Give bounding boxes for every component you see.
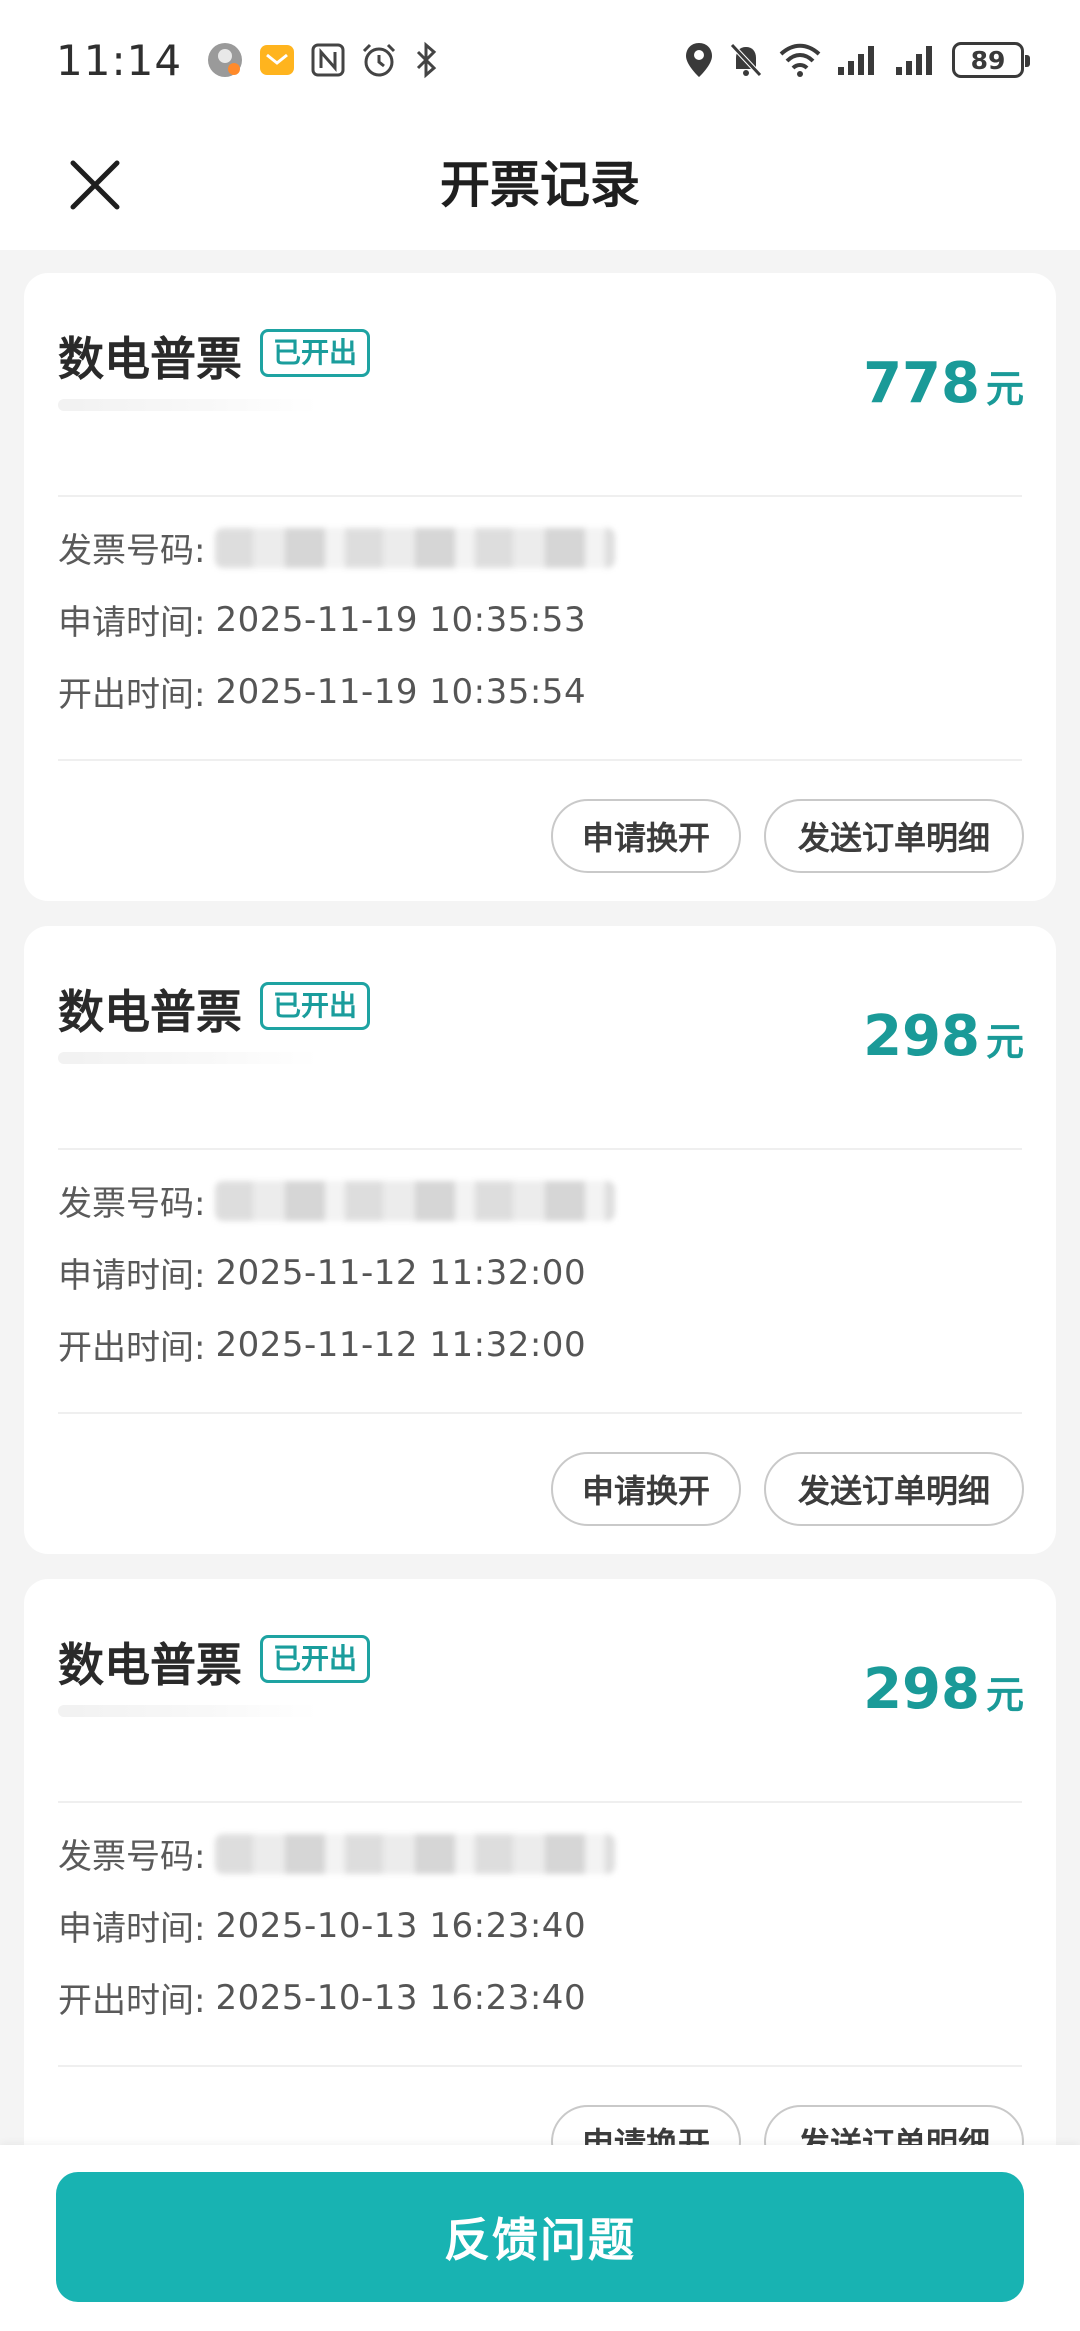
status-badge: 已开出 <box>260 982 371 1030</box>
issue-time-label: 开出时间: <box>58 1981 206 2021</box>
apply-time-value: 2025-11-19 10:35:53 <box>215 599 587 640</box>
redacted-subtitle <box>58 1705 318 1717</box>
send-order-details-button[interactable]: 发送订单明细 <box>764 799 1024 873</box>
divider <box>58 495 1022 497</box>
status-time: 11:14 <box>56 35 183 85</box>
invoice-number-row: 发票号码: <box>58 1176 616 1225</box>
top-bar: 开票记录 <box>0 120 1080 250</box>
redacted-invoice-number <box>215 1833 616 1874</box>
invoice-card: 数电普票 已开出 298 元 发票号码: 申请时间: 2025-10-13 16:… <box>24 1579 1056 2207</box>
apply-time-row: 申请时间: 2025-11-19 10:35:53 <box>58 595 586 644</box>
bluetooth-icon <box>412 41 440 79</box>
amount-value: 298 <box>863 1004 980 1069</box>
redacted-subtitle <box>58 1052 318 1064</box>
amount-value: 298 <box>863 1657 980 1722</box>
battery-indicator: 89 <box>952 42 1030 78</box>
invoice-amount: 298 元 <box>863 1657 1024 1722</box>
amount-unit: 元 <box>985 367 1024 411</box>
apply-time-row: 申请时间: 2025-11-12 11:32:00 <box>58 1248 586 1297</box>
apply-time-label: 申请时间: <box>58 603 206 643</box>
issue-time-label: 开出时间: <box>58 1328 206 1368</box>
send-order-details-button[interactable]: 发送订单明细 <box>764 1452 1024 1526</box>
issue-time-row: 开出时间: 2025-11-19 10:35:54 <box>58 667 586 716</box>
status-badge: 已开出 <box>260 1635 371 1683</box>
invoice-list: 数电普票 已开出 778 元 发票号码: 申请时间: 2025-11-19 10:… <box>24 273 1056 2232</box>
invoice-number-row: 发票号码: <box>58 523 616 572</box>
redacted-invoice-number <box>215 1180 616 1221</box>
divider <box>58 1148 1022 1150</box>
feedback-button[interactable]: 反馈问题 <box>56 2172 1024 2302</box>
divider <box>58 1801 1022 1803</box>
apply-time-value: 2025-11-12 11:32:00 <box>215 1252 587 1293</box>
issue-time-value: 2025-10-13 16:23:40 <box>215 1977 587 2018</box>
bottom-action-bar: 反馈问题 <box>0 2145 1080 2331</box>
redacted-subtitle <box>58 399 318 411</box>
invoice-type: 数电普票 <box>58 985 242 1039</box>
issue-time-row: 开出时间: 2025-11-12 11:32:00 <box>58 1320 586 1369</box>
status-bar: 11:14 89 <box>0 0 1080 120</box>
divider <box>58 759 1022 761</box>
amount-value: 778 <box>863 351 980 416</box>
status-left: 11:14 <box>56 36 440 85</box>
amount-unit: 元 <box>985 1020 1024 1064</box>
invoice-number-row: 发票号码: <box>58 1829 616 1878</box>
issue-time-label: 开出时间: <box>58 675 206 715</box>
status-right: 89 <box>684 41 1030 79</box>
status-badge: 已开出 <box>260 329 371 377</box>
page-title: 开票记录 <box>440 156 640 214</box>
alarm-icon <box>360 41 398 79</box>
signal-icon <box>894 43 938 77</box>
issue-time-value: 2025-11-12 11:32:00 <box>215 1324 587 1365</box>
mail-icon <box>258 41 296 79</box>
apply-time-row: 申请时间: 2025-10-13 16:23:40 <box>58 1901 586 1950</box>
apply-time-value: 2025-10-13 16:23:40 <box>215 1905 587 1946</box>
invoice-number-label: 发票号码: <box>58 1837 206 1877</box>
amount-unit: 元 <box>985 1673 1024 1717</box>
redacted-invoice-number <box>215 527 616 568</box>
request-reissue-button[interactable]: 申请换开 <box>551 1452 741 1526</box>
wifi-icon <box>778 41 822 79</box>
signal-icon <box>836 43 880 77</box>
nfc-icon <box>310 42 346 78</box>
location-icon <box>684 41 714 79</box>
invoice-number-label: 发票号码: <box>58 1184 206 1224</box>
issue-time-value: 2025-11-19 10:35:54 <box>215 671 587 712</box>
apply-time-label: 申请时间: <box>58 1256 206 1296</box>
invoice-card: 数电普票 已开出 298 元 发票号码: 申请时间: 2025-11-12 11:… <box>24 926 1056 1554</box>
bell-off-icon <box>728 41 764 79</box>
request-reissue-button[interactable]: 申请换开 <box>551 799 741 873</box>
issue-time-row: 开出时间: 2025-10-13 16:23:40 <box>58 1973 586 2022</box>
apply-time-label: 申请时间: <box>58 1909 206 1949</box>
invoice-card: 数电普票 已开出 778 元 发票号码: 申请时间: 2025-11-19 10:… <box>24 273 1056 901</box>
divider <box>58 2065 1022 2067</box>
invoice-amount: 298 元 <box>863 1004 1024 1069</box>
invoice-records-screen: 11:14 89 开票记录 数电普票 已开出 778 元 发票号码: 申请时间:… <box>0 0 1080 2331</box>
divider <box>58 1412 1022 1414</box>
invoice-number-label: 发票号码: <box>58 531 206 571</box>
invoice-type: 数电普票 <box>58 1638 242 1692</box>
invoice-type: 数电普票 <box>58 332 242 386</box>
avatar-icon <box>206 41 244 79</box>
invoice-amount: 778 元 <box>863 351 1024 416</box>
